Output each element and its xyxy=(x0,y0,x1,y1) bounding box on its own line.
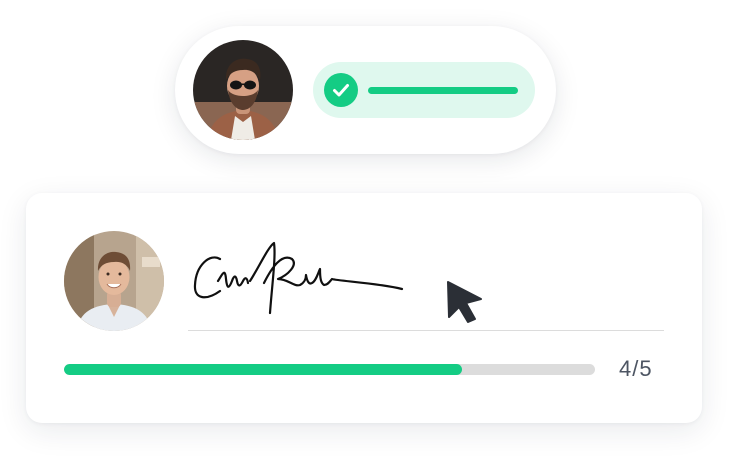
check-icon xyxy=(324,73,358,107)
avatar xyxy=(64,231,164,331)
progress-count: 4/5 xyxy=(619,356,653,381)
signature-card: 4/5 xyxy=(26,193,702,423)
signing-progress-fill xyxy=(64,364,463,375)
signature-underline xyxy=(188,330,664,331)
pointer-cursor-icon xyxy=(444,279,486,325)
completed-status-pill xyxy=(313,62,535,118)
avatar xyxy=(193,40,293,140)
handwritten-signature xyxy=(193,241,404,315)
signer-status-card xyxy=(175,26,556,154)
signing-progress-bar xyxy=(64,364,595,375)
status-placeholder-line xyxy=(368,87,518,94)
signature-field[interactable] xyxy=(188,229,664,331)
